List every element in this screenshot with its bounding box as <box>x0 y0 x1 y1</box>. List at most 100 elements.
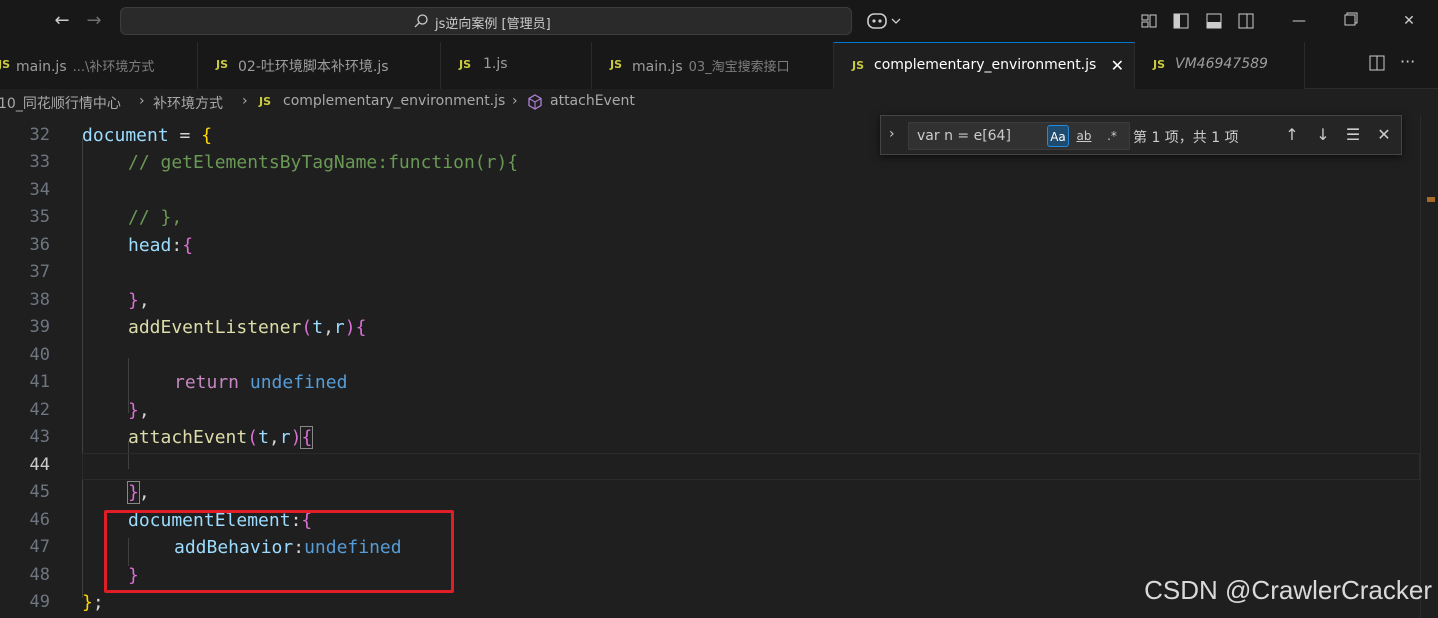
close-tab-icon[interactable]: ✕ <box>1111 56 1124 75</box>
js-file-icon: JS <box>852 59 865 72</box>
token: , <box>138 290 150 311</box>
regex-toggle[interactable]: .* <box>1101 125 1123 147</box>
code-line: 33 // getElementsByTagName:function(r){ <box>0 151 1420 178</box>
token: : <box>171 235 183 256</box>
code-line: 45}, <box>0 481 1420 508</box>
code-line: 41 return undefined <box>0 371 1420 398</box>
token: , <box>268 427 280 448</box>
toggle-panel-icon[interactable] <box>1205 12 1223 30</box>
arrow-down-icon[interactable]: ↓ <box>1313 125 1333 145</box>
line-number: 41 <box>29 372 50 392</box>
code-line: 43 attachEvent(t,r){ <box>0 426 1420 453</box>
line-number: 46 <box>29 510 50 530</box>
token: t <box>312 317 324 338</box>
tab-label: main.js <box>16 59 67 75</box>
token: head <box>128 235 172 256</box>
breadcrumb-subfolder[interactable]: 补环境方式 <box>153 93 223 113</box>
tab-complementary-environment[interactable]: JS complementary_environment.js ✕ <box>834 42 1135 89</box>
command-center-label: js逆向案例 [管理员] <box>435 17 551 32</box>
find-input[interactable]: var n = e[64] <box>908 122 1130 150</box>
line-number: 49 <box>29 592 50 612</box>
code-line: 38}, <box>0 289 1420 316</box>
go-forward-icon[interactable]: → <box>82 9 106 33</box>
token: , <box>138 482 150 503</box>
breadcrumb-symbol[interactable]: attachEvent <box>550 93 635 109</box>
matched-bracket: { <box>300 426 314 449</box>
tab-main-js-1[interactable]: JS main.js ...\补环境方式 <box>0 42 198 89</box>
customize-layout-icon[interactable] <box>1140 12 1158 30</box>
token: undefined <box>249 372 348 393</box>
line-number: 48 <box>29 565 50 585</box>
matched-bracket: } <box>127 481 140 504</box>
line-number: 38 <box>29 290 50 310</box>
code-line: 36 head:{ <box>0 234 1420 261</box>
find-input-value: var n = e[64] <box>917 128 1011 144</box>
tab-description: ...\补环境方式 <box>72 60 155 75</box>
line-number: 32 <box>29 125 50 145</box>
line-number: 35 <box>29 207 50 227</box>
js-file-icon: JS <box>0 58 11 71</box>
search-icon <box>414 14 428 28</box>
tab-main-js-2[interactable]: JS main.js 03_淘宝搜索接口 <box>592 42 834 89</box>
watermark: CSDN @CrawlerCracker <box>1144 575 1432 605</box>
token: { <box>182 235 194 256</box>
line-number: 40 <box>29 345 50 365</box>
scrollbar-find-marker <box>1427 197 1435 202</box>
more-actions-icon[interactable]: ··· <box>1400 52 1415 71</box>
minimize-icon[interactable]: — <box>1290 12 1308 30</box>
restore-icon[interactable] <box>1342 12 1360 30</box>
tab-1-js[interactable]: JS 1.js <box>441 42 592 89</box>
close-find-icon[interactable]: ✕ <box>1374 125 1394 145</box>
find-widget: › var n = e[64] Aa ab .* 第 1 项，共 1 项 ↑ ↓… <box>880 115 1402 155</box>
breadcrumb-folder[interactable]: 10_同花顺行情中心 <box>0 93 121 113</box>
line-number: 37 <box>29 262 50 282</box>
editor-scrollbar[interactable] <box>1420 115 1438 618</box>
split-editor-icon[interactable] <box>1368 54 1386 76</box>
token: ( <box>301 317 313 338</box>
token: return <box>174 372 240 393</box>
token: document <box>82 125 169 146</box>
token: r <box>279 427 291 448</box>
token: = <box>168 125 202 146</box>
find-in-selection-icon[interactable]: ☰ <box>1343 125 1363 145</box>
js-file-icon: JS <box>216 58 229 71</box>
line-number: 44 <box>29 455 50 475</box>
code-line: 34 <box>0 179 1420 206</box>
token: } <box>128 400 139 421</box>
token: , <box>323 317 334 338</box>
token: t <box>258 427 269 448</box>
js-file-icon: JS <box>459 58 472 71</box>
code-line: 39 addEventListener(t,r){ <box>0 316 1420 343</box>
go-back-icon[interactable]: ← <box>50 9 74 33</box>
line-number: 36 <box>29 235 50 255</box>
tab-description: 03_淘宝搜索接口 <box>688 60 790 75</box>
token: , <box>138 400 150 421</box>
comment: // getElementsByTagName:function(r){ <box>128 152 519 173</box>
whole-word-toggle[interactable]: ab <box>1073 125 1095 147</box>
tab-label: 02-吐环境脚本补环境.js <box>238 59 389 75</box>
close-window-icon[interactable]: ✕ <box>1400 12 1418 30</box>
tab-02-env-script[interactable]: JS 02-吐环境脚本补环境.js <box>198 42 441 89</box>
line-number: 45 <box>29 482 50 502</box>
token: ) <box>290 427 302 448</box>
copilot-icon[interactable] <box>866 10 906 32</box>
command-center[interactable]: js逆向案例 [管理员] <box>120 7 852 35</box>
editor-tab-bar: JS main.js ...\补环境方式 JS 02-吐环境脚本补环境.js JS… <box>0 42 1438 89</box>
breadcrumb-separator-icon: › <box>512 93 518 109</box>
toggle-primary-sidebar-icon[interactable] <box>1172 12 1190 30</box>
token: { <box>201 125 213 146</box>
line-number: 39 <box>29 317 50 337</box>
code-line: 37 <box>0 261 1420 288</box>
breadcrumb-file[interactable]: complementary_environment.js <box>283 93 505 109</box>
toggle-replace-icon[interactable]: › <box>889 126 903 144</box>
tab-vm46947589[interactable]: JS VM46947589 <box>1135 42 1305 89</box>
token: addEventListener <box>128 317 302 338</box>
code-line: 42}, <box>0 399 1420 426</box>
code-line: 35 // }, <box>0 206 1420 233</box>
breadcrumb-separator-icon: › <box>139 93 145 109</box>
arrow-up-icon[interactable]: ↑ <box>1282 125 1302 145</box>
token: ; <box>92 592 104 613</box>
match-case-toggle[interactable]: Aa <box>1047 125 1069 147</box>
toggle-secondary-sidebar-icon[interactable] <box>1237 12 1255 30</box>
tab-label: main.js <box>632 59 683 75</box>
